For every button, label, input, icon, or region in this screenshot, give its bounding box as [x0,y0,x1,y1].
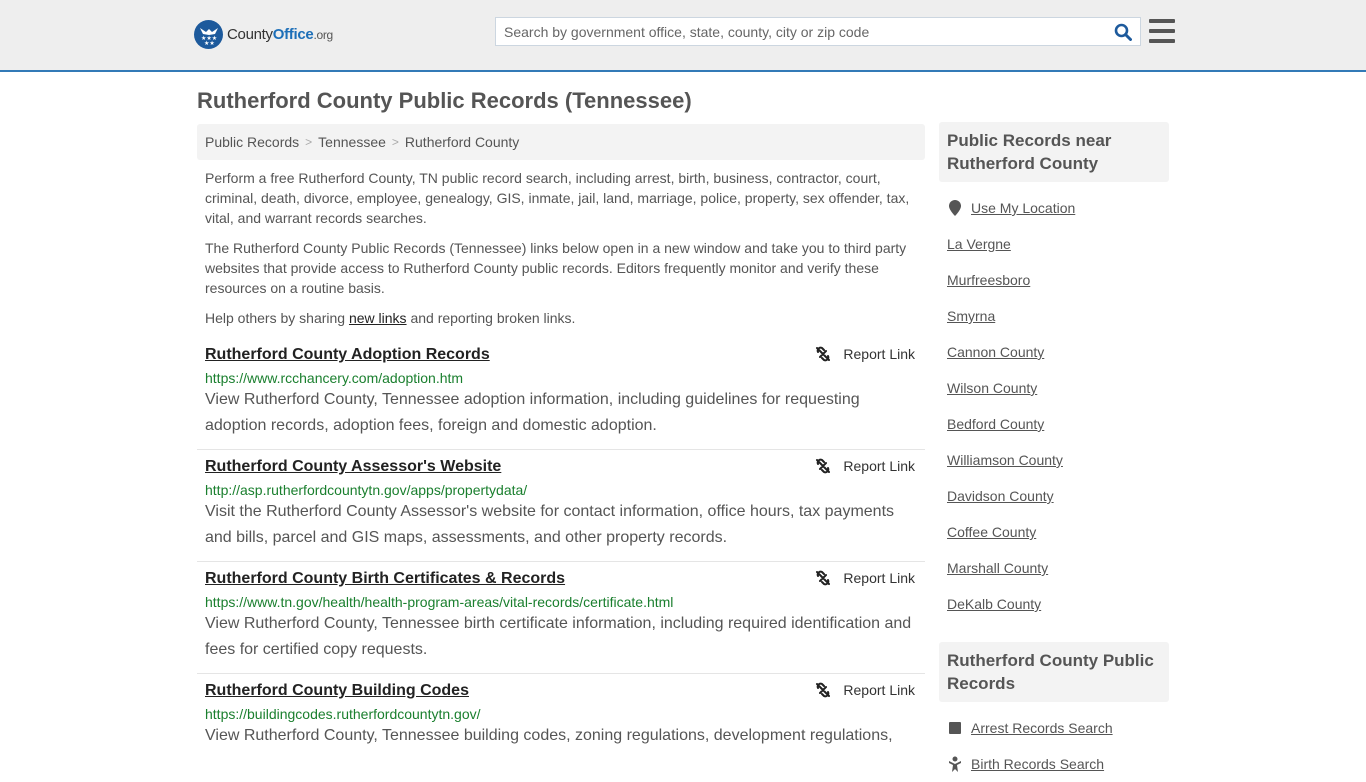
use-my-location-link[interactable]: Use My Location [971,200,1075,216]
report-link-button[interactable]: Report Link [815,346,915,362]
broken-link-icon [816,346,831,362]
record-title-link[interactable]: Rutherford County Birth Certificates & R… [205,568,565,590]
intro-text: Perform a free Rutherford County, TN pub… [197,160,925,328]
nearby-item: Williamson County [947,442,1161,478]
intro-paragraph: The Rutherford County Public Records (Te… [205,240,907,296]
nearby-link-smyrna[interactable]: Smyrna [947,308,995,324]
nearby-item: Murfreesboro [947,262,1161,298]
nearby-link-davidson-county[interactable]: Davidson County [947,488,1054,504]
nearby-link-dekalb-county[interactable]: DeKalb County [947,596,1041,612]
nearby-link-wilson-county[interactable]: Wilson County [947,380,1037,396]
logo-wordmark: CountyOffice.org [227,26,333,43]
search-button[interactable] [1106,18,1140,45]
nearby-link-marshall-county[interactable]: Marshall County [947,560,1048,576]
breadcrumb: Public Records > Tennessee > Rutherford … [197,124,925,160]
nearby-item: Davidson County [947,478,1161,514]
sidebar: Public Records near Rutherford County Us… [939,122,1169,782]
new-links-link[interactable]: new links [349,310,407,326]
county-record-item: Arrest Records Search [947,710,1161,746]
record-title-link[interactable]: Rutherford County Assessor's Website [205,456,501,478]
nearby-item: Bedford County [947,406,1161,442]
site-logo[interactable]: ★★★ ★★ CountyOffice.org [194,20,333,49]
nearby-item: Wilson County [947,370,1161,406]
nearby-link-bedford-county[interactable]: Bedford County [947,416,1044,432]
main-content: Public Records > Tennessee > Rutherford … [197,124,925,759]
arrest-icon [947,721,963,735]
birth-records-search-link[interactable]: Birth Records Search [971,756,1104,772]
record-url: http://asp.rutherfordcountytn.gov/apps/p… [205,482,528,498]
use-location-item: Use My Location [947,190,1161,226]
search-bar [495,17,1141,46]
nearby-list: Use My Location La Vergne Murfreesboro S… [939,182,1169,622]
breadcrumb-tennessee[interactable]: Tennessee [318,134,386,150]
report-link-button[interactable]: Report Link [815,458,915,474]
hamburger-menu-icon[interactable] [1149,19,1175,43]
breadcrumb-separator: > [391,135,399,149]
record-title-link[interactable]: Rutherford County Building Codes [205,680,469,702]
nearby-item: La Vergne [947,226,1161,262]
record-description: View Rutherford County, Tennessee adopti… [205,391,860,434]
nearby-link-la-vergne[interactable]: La Vergne [947,236,1011,252]
county-records-list: Arrest Records Search Birth Records Sear… [939,702,1169,782]
nearby-item: Smyrna [947,298,1161,334]
breadcrumb-public-records[interactable]: Public Records [205,134,299,150]
record-url: https://buildingcodes.rutherfordcountytn… [205,706,481,722]
map-marker-icon [947,200,963,216]
nearby-item: Marshall County [947,550,1161,586]
broken-link-icon [816,458,831,474]
county-record-item: Birth Records Search [947,746,1161,782]
record-description: View Rutherford County, Tennessee buildi… [205,727,893,744]
record-description: View Rutherford County, Tennessee birth … [205,615,912,658]
search-icon [1114,23,1132,41]
baby-icon [947,756,963,772]
nearby-link-coffee-county[interactable]: Coffee County [947,524,1036,540]
records-list: Rutherford County Adoption Records Repor… [197,338,925,759]
report-link-button[interactable]: Report Link [815,570,915,586]
record-item: Rutherford County Adoption Records Repor… [197,338,925,450]
arrest-records-search-link[interactable]: Arrest Records Search [971,720,1113,736]
record-title-link[interactable]: Rutherford County Adoption Records [205,344,490,366]
record-url: https://www.tn.gov/health/health-program… [205,594,674,610]
county-records-heading: Rutherford County Public Records [939,642,1169,702]
breadcrumb-rutherford-county[interactable]: Rutherford County [405,134,519,150]
nearby-item: Cannon County [947,334,1161,370]
record-item: Rutherford County Building Codes Report … [197,674,925,759]
record-item: Rutherford County Assessor's Website Rep… [197,450,925,562]
nearby-link-williamson-county[interactable]: Williamson County [947,452,1063,468]
search-input[interactable] [496,18,1106,45]
page-title: Rutherford County Public Records (Tennes… [197,88,692,113]
help-text: Help others by sharing new links and rep… [205,310,576,326]
broken-link-icon [816,682,831,698]
nearby-records-heading: Public Records near Rutherford County [939,122,1169,182]
broken-link-icon [816,570,831,586]
nearby-link-cannon-county[interactable]: Cannon County [947,344,1044,360]
nearby-item: DeKalb County [947,586,1161,622]
logo-eagle-icon: ★★★ ★★ [194,20,223,49]
record-item: Rutherford County Birth Certificates & R… [197,562,925,674]
intro-paragraph: Perform a free Rutherford County, TN pub… [205,170,910,226]
site-header: ★★★ ★★ CountyOffice.org [0,0,1366,72]
record-url: https://www.rcchancery.com/adoption.htm [205,370,464,386]
nearby-item: Coffee County [947,514,1161,550]
record-description: Visit the Rutherford County Assessor's w… [205,503,895,546]
breadcrumb-separator: > [305,135,313,149]
svg-text:★★: ★★ [204,40,215,45]
report-link-button[interactable]: Report Link [815,682,915,698]
nearby-link-murfreesboro[interactable]: Murfreesboro [947,272,1030,288]
